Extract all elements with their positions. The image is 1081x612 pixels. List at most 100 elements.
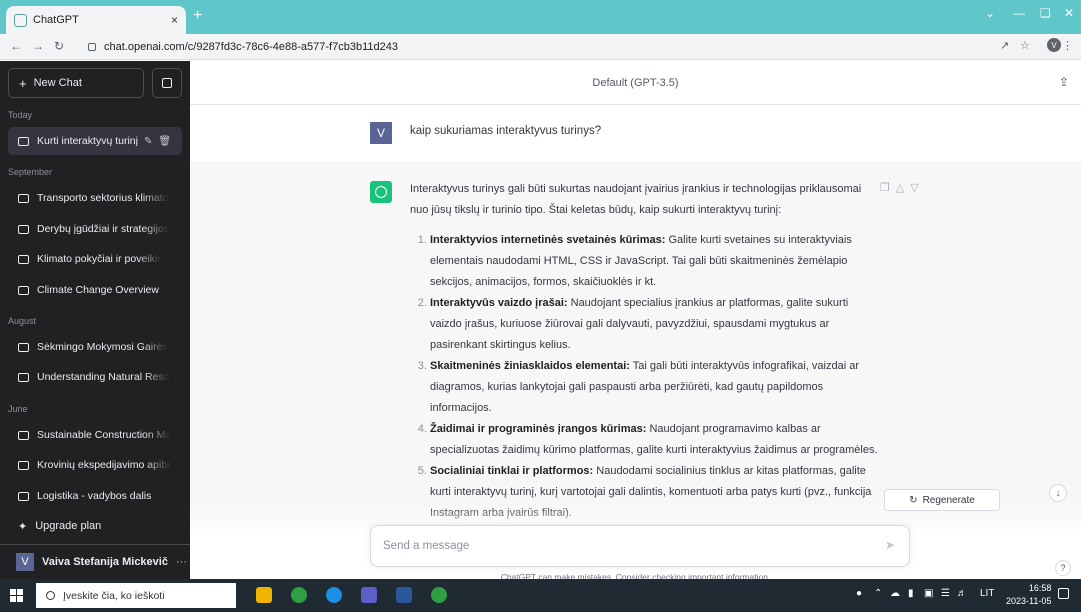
chat-item[interactable]: Understanding Natural Reso: [8, 363, 182, 391]
profile-avatar[interactable]: V: [1047, 38, 1061, 52]
chat-item[interactable]: Derybų įgūdžiai ir strategijos: [8, 215, 182, 243]
message-input[interactable]: Send a message ➤: [370, 525, 910, 567]
clock-date: 2023-11-05: [1006, 596, 1052, 606]
volume-icon[interactable]: ♬: [957, 588, 967, 599]
chat-bubble-icon: [18, 136, 29, 146]
word-icon[interactable]: [396, 587, 412, 603]
item-title: Skaitmeninės žiniasklaidos elementai:: [430, 360, 630, 372]
chat-item-label: Klimato pokyčiai ir poveikis: [37, 253, 163, 265]
chat-bubble-icon: [18, 430, 29, 440]
chat-bubble-icon: [18, 491, 29, 501]
browser-tab-bar: ChatGPT × + ⌄ — ❏ ✕: [0, 0, 1081, 34]
user-message-text: kaip sukuriamas interaktyvus turinys?: [410, 125, 602, 137]
user-avatar: V: [370, 122, 392, 144]
refresh-icon: ↻: [909, 494, 918, 506]
section-label-september: September: [8, 167, 53, 177]
thumbs-down-icon[interactable]: ▽: [910, 182, 924, 194]
user-menu[interactable]: V Vaiva Stefanija Mickevič ···: [0, 544, 190, 579]
chatgpt-logo-icon: [370, 181, 392, 203]
forward-icon[interactable]: →: [32, 39, 44, 53]
item-title: Žaidimai ir programinės įrangos kūrimas:: [430, 423, 647, 435]
search-icon: [46, 591, 55, 600]
user-message-row: V kaip sukuriamas interaktyvus turinys?: [190, 105, 1081, 163]
trash-icon[interactable]: 🗑: [158, 136, 171, 147]
item-title: Socialiniai tinklai ir platformos:: [430, 465, 594, 477]
chrome-icon[interactable]: [291, 587, 307, 603]
upgrade-plan-button[interactable]: ✦ Upgrade plan: [8, 514, 101, 538]
notification-icon[interactable]: [1058, 588, 1069, 599]
browser-menu-icon[interactable]: ⋮: [1062, 39, 1073, 52]
chat-bubble-icon: [18, 254, 29, 264]
windows-start-icon[interactable]: [10, 589, 23, 602]
browser-tab[interactable]: ChatGPT ×: [6, 6, 186, 34]
chat-item-label: Sustainable Construction Ma: [37, 429, 172, 441]
new-tab-button[interactable]: +: [193, 7, 202, 25]
scroll-down-button[interactable]: ↓: [1049, 484, 1067, 502]
edit-icon[interactable]: ✎: [144, 136, 152, 147]
chat-item[interactable]: Krovinių ekspedijavimo apibr: [8, 451, 182, 479]
chevron-up-icon[interactable]: ⌃: [874, 588, 882, 599]
edge-icon[interactable]: [326, 587, 342, 603]
back-icon[interactable]: ←: [10, 39, 22, 53]
reload-icon[interactable]: ↻: [54, 39, 64, 53]
language-indicator[interactable]: LIT: [980, 588, 994, 599]
taskbar-clock[interactable]: 16:58 2023-11-05: [1006, 582, 1051, 608]
close-window-button[interactable]: ✕: [1064, 6, 1074, 20]
maximize-button[interactable]: ❏: [1040, 6, 1051, 20]
regenerate-button[interactable]: ↻ Regenerate: [884, 489, 1000, 511]
file-explorer-icon[interactable]: [256, 587, 272, 603]
wifi-icon[interactable]: ☰: [941, 588, 950, 599]
new-chat-button[interactable]: + New Chat: [8, 68, 144, 98]
cloud-icon[interactable]: ☁: [890, 588, 900, 599]
chat-item-label: Kurti interaktyvų turinį: [37, 135, 138, 147]
chat-bubble-icon: [18, 285, 29, 295]
chat-item-label: Transporto sektorius klimato: [37, 192, 169, 204]
chat-item[interactable]: Sustainable Construction Ma: [8, 421, 182, 449]
chat-item[interactable]: Transporto sektorius klimato: [8, 184, 182, 212]
battery-icon[interactable]: ▮: [908, 588, 914, 599]
share-page-icon[interactable]: ↗: [1000, 39, 1009, 52]
teams-icon[interactable]: [361, 587, 377, 603]
bookmark-star-icon[interactable]: ☆: [1020, 39, 1030, 52]
feedback-icons: ❐△▽: [880, 181, 925, 194]
chat-item[interactable]: Sėkmingo Mokymosi Gairės: [8, 333, 182, 361]
send-icon[interactable]: ➤: [885, 538, 895, 552]
response-list-item: Interaktyvios internetinės svetainės kūr…: [430, 230, 880, 293]
tab-close-button[interactable]: ×: [171, 13, 178, 27]
url-field[interactable]: chat.openai.com/c/9287fd3c-78c6-4e88-a57…: [88, 38, 948, 56]
chevron-down-icon[interactable]: ⌄: [985, 6, 995, 20]
chrome-tray-icon[interactable]: ●: [856, 588, 862, 599]
assistant-response: Interaktyvus turinys gali būti sukurtas …: [410, 179, 880, 524]
item-title: Interaktyvios internetinės svetainės kūr…: [430, 234, 666, 246]
chatgpt-favicon-icon: [14, 13, 27, 27]
windows-taskbar: Įveskite čia, ko ieškoti ● ⌃ ☁ ▮ ▣ ☰ ♬ L…: [0, 579, 1081, 612]
plus-icon: +: [19, 75, 27, 91]
minimize-button[interactable]: —: [1013, 6, 1025, 20]
user-name: Vaiva Stefanija Mickevič: [42, 556, 168, 568]
chrome-profile-icon[interactable]: [431, 587, 447, 603]
model-header: Default (GPT-3.5) ⇪: [190, 61, 1081, 105]
more-icon: ···: [175, 556, 187, 568]
new-chat-label: New Chat: [33, 77, 82, 89]
message-input-placeholder: Send a message: [383, 540, 470, 552]
response-list: Interaktyvios internetinės svetainės kūr…: [410, 230, 880, 524]
chat-item[interactable]: Klimato pokyčiai ir poveikis: [8, 245, 182, 273]
chat-item-label: Sėkmingo Mokymosi Gairės: [37, 341, 168, 353]
chat-item-label: Logistika - vadybos dalis: [37, 490, 152, 502]
chat-item[interactable]: Logistika - vadybos dalis: [8, 482, 182, 510]
response-intro: Interaktyvus turinys gali būti sukurtas …: [410, 183, 862, 216]
sidebar-toggle-button[interactable]: [152, 68, 182, 98]
chat-item[interactable]: Climate Change Overview: [8, 276, 182, 304]
copy-icon[interactable]: ❐: [880, 182, 896, 194]
model-label: Default (GPT-3.5): [592, 76, 679, 89]
share-icon[interactable]: ⇪: [1059, 75, 1069, 89]
chat-bubble-icon: [18, 193, 29, 203]
taskbar-search[interactable]: Įveskite čia, ko ieškoti: [36, 583, 236, 608]
sidebar: + New Chat Today Kurti interaktyvų turin…: [0, 61, 190, 579]
url-text: chat.openai.com/c/9287fd3c-78c6-4e88-a57…: [104, 41, 398, 53]
display-icon[interactable]: ▣: [924, 588, 933, 599]
help-button[interactable]: ?: [1055, 560, 1071, 576]
thumbs-up-icon[interactable]: △: [896, 182, 910, 194]
chat-item-active[interactable]: Kurti interaktyvų turinį ✎ 🗑: [8, 127, 182, 155]
clock-time: 16:58: [1028, 583, 1052, 593]
